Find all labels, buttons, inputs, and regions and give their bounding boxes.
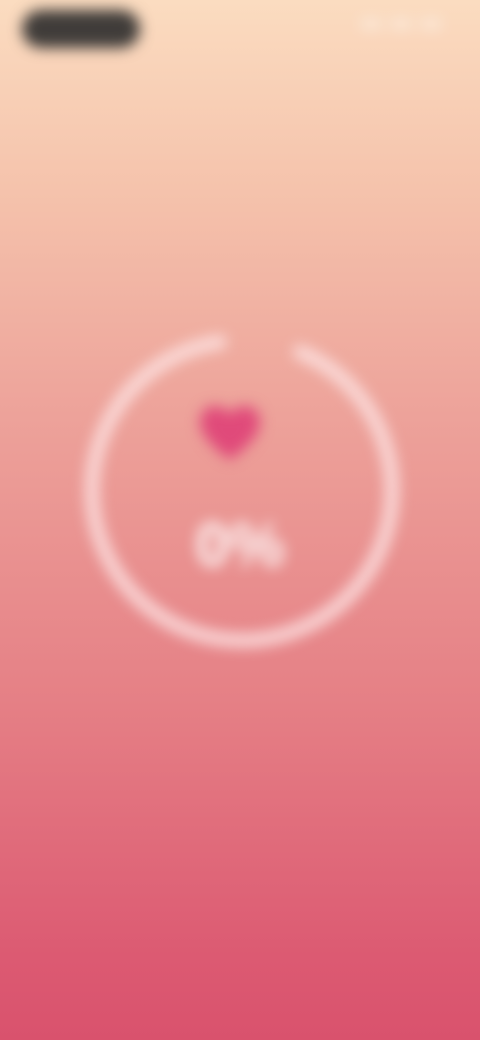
wifi-icon: [390, 18, 412, 30]
back-button[interactable]: [24, 122, 124, 148]
status-bar-pill: [22, 10, 140, 48]
progress-ring-svg: [85, 335, 400, 648]
app-screen: 0%: [0, 0, 480, 1040]
progress-ring-track: [85, 335, 400, 648]
heart-icon: [200, 405, 260, 460]
signal-icon: [360, 18, 382, 30]
status-icons: [360, 18, 442, 30]
progress-percent: 0%: [195, 511, 285, 580]
battery-icon: [420, 18, 442, 30]
progress-ring: [70, 322, 410, 662]
